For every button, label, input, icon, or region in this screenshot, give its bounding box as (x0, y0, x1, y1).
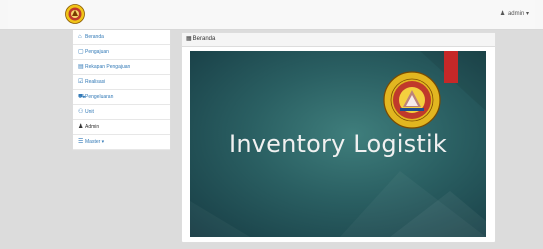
sidebar: ⌂ Beranda ▢Pengajuan ▤Rekapan Pengajuan ☑… (72, 30, 171, 151)
sidebar-item-label: Admin (85, 124, 100, 130)
red-ribbon (444, 51, 458, 83)
user-menu-label: admin (507, 11, 525, 17)
navbar-inner (8, 0, 535, 29)
chevron-down-icon: ▾ (101, 139, 105, 145)
sidebar-item-label: Pengajuan (85, 49, 109, 55)
sidebar-item-label: Beranda (85, 34, 104, 40)
sidebar-item-admin[interactable]: ♟ Admin (73, 120, 170, 135)
book-icon: ▤ (78, 64, 84, 70)
main-panel: ▦Beranda Inventory Logistik (181, 32, 496, 243)
list-icon: ☰ (78, 139, 84, 145)
user-icon: ♟ (499, 11, 506, 17)
sidebar-item-rekapan-pengajuan[interactable]: ▤Rekapan Pengajuan (73, 60, 170, 75)
sidebar-item-unit[interactable]: ⚇ Unit (73, 105, 170, 120)
page-title: Beranda (192, 36, 216, 42)
user-menu[interactable]: ♟ admin ▾ (500, 10, 529, 17)
brand-logo[interactable] (65, 4, 85, 24)
sidebar-item-pengeluaran[interactable]: ⛟Pengeluaran (73, 90, 170, 105)
slide-banner: Inventory Logistik (190, 51, 486, 237)
sidebar-item-realisasi[interactable]: ☑ Realisasi (73, 75, 170, 90)
sidebar-item-label: Master (85, 139, 101, 145)
top-navbar: ♟ admin ▾ (0, 0, 543, 30)
user-icon: ♟ (78, 124, 84, 130)
panel-heading: ▦Beranda (182, 33, 495, 47)
sidebar-item-label: Unit (85, 109, 94, 115)
home-icon: ⌂ (78, 34, 82, 40)
slide-title: Inventory Logistik (229, 130, 447, 158)
users-icon: ⚇ (78, 109, 84, 115)
calendar-icon: ▦ (186, 36, 192, 42)
sidebar-item-label: Pengeluaran (85, 94, 114, 100)
file-icon: ▢ (78, 49, 84, 55)
chevron-down-icon: ▾ (525, 11, 529, 17)
sidebar-item-pengajuan[interactable]: ▢Pengajuan (73, 45, 170, 60)
cart-icon: ⛟ (78, 94, 86, 100)
emblem-logo (383, 71, 441, 129)
sidebar-item-beranda[interactable]: ⌂ Beranda (73, 30, 170, 45)
check-square-icon: ☑ (78, 79, 84, 85)
sidebar-item-master[interactable]: ☰ Master ▾ (73, 135, 170, 150)
sidebar-item-label: Realisasi (85, 79, 106, 85)
sidebar-item-label: Rekapan Pengajuan (85, 64, 131, 70)
